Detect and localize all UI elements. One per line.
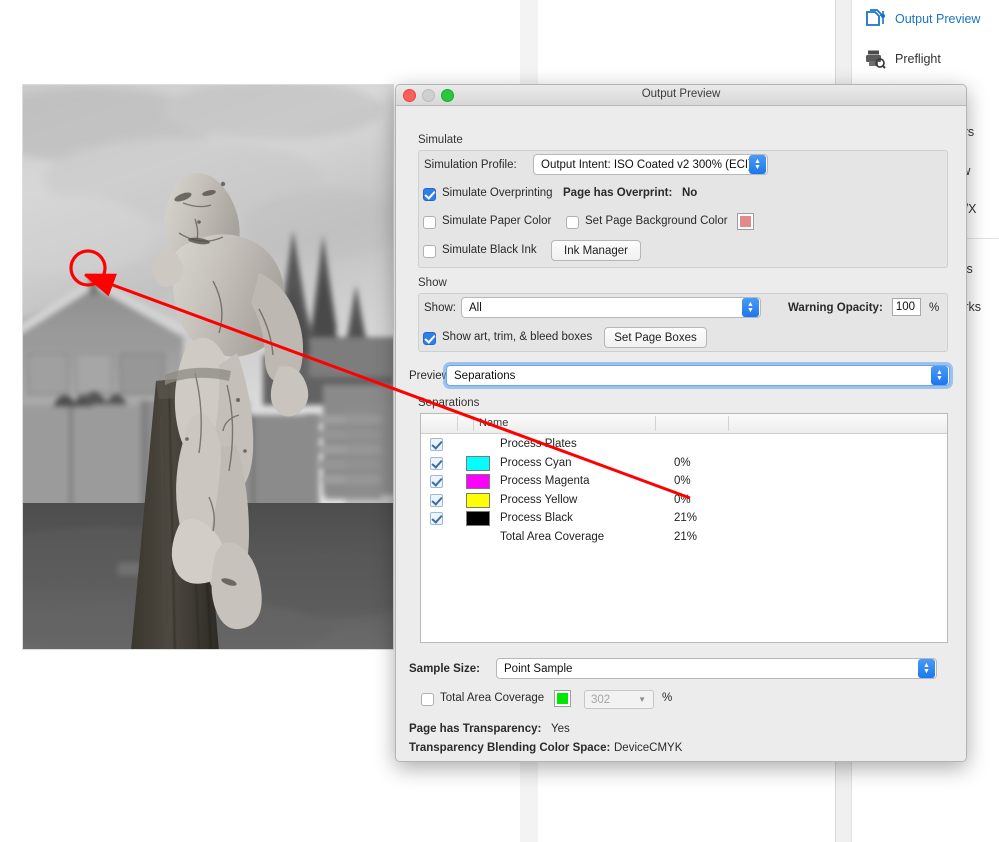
simulate-group-title: Simulate	[418, 134, 463, 146]
total-area-coverage-checkbox[interactable]	[421, 693, 434, 706]
chevron-updown-icon: ▲ ▼	[742, 298, 759, 317]
separations-list[interactable]: Name Process Plates Process Cyan 0% Process…	[420, 413, 948, 643]
separation-name: Process Black	[500, 512, 573, 524]
page-has-overprint-value: No	[682, 187, 698, 199]
separation-color-swatch	[466, 474, 490, 489]
ink-manager-button[interactable]: Ink Manager	[551, 240, 641, 261]
simulation-profile-dropdown[interactable]: Output Intent: ISO Coated v2 300% (ECI) …	[533, 154, 768, 175]
sample-size-value: Point Sample	[504, 662, 573, 675]
separations-name-header: Name	[479, 417, 509, 429]
sample-size-dropdown[interactable]: Point Sample ▲ ▼	[496, 658, 937, 679]
simulate-black-ink-label: Simulate Black Ink	[442, 244, 537, 256]
separation-visibility-checkbox[interactable]	[430, 512, 443, 525]
separation-visibility-checkbox[interactable]	[430, 456, 443, 470]
separation-value: 0%	[674, 493, 691, 506]
simulation-profile-value: Output Intent: ISO Coated v2 300% (ECI)	[541, 158, 749, 171]
separation-visibility-checkbox[interactable]	[430, 493, 443, 507]
separation-name: Process Plates	[500, 438, 577, 450]
dialog-titlebar[interactable]: Output Preview	[396, 85, 966, 106]
sidebar-item-output-preview[interactable]: Output Preview	[852, 0, 999, 38]
show-boxes-checkbox[interactable]	[423, 332, 436, 345]
total-area-coverage-stepper[interactable]: 302 ▼	[584, 690, 654, 709]
separation-name: Total Area Coverage	[500, 530, 605, 543]
blending-space-value: DeviceCMYK	[614, 742, 683, 754]
sidebar-item-label: Preflight	[895, 52, 941, 66]
separation-row[interactable]: Process Black 21%	[421, 510, 947, 528]
swatch-fill	[557, 693, 568, 704]
separations-header: Name	[421, 414, 947, 434]
separation-row[interactable]: Process Magenta 0%	[421, 473, 947, 491]
preview-dropdown[interactable]: Separations ▲ ▼	[446, 365, 950, 386]
preview-value: Separations	[454, 369, 516, 382]
separation-color-swatch	[466, 492, 490, 508]
simulate-paper-color-checkbox[interactable]	[423, 216, 436, 229]
show-value: All	[469, 301, 482, 314]
total-area-coverage-label: Total Area Coverage	[440, 692, 545, 704]
set-page-boxes-button[interactable]: Set Page Boxes	[604, 327, 707, 348]
dialog-title: Output Preview	[641, 88, 721, 100]
warning-opacity-label: Warning Opacity:	[788, 302, 883, 314]
page-background-color-swatch[interactable]	[737, 213, 754, 230]
separation-value: 21%	[674, 512, 698, 524]
total-area-coverage-value: 302	[591, 693, 611, 706]
output-preview-icon	[864, 8, 886, 30]
separation-row[interactable]: Process Plates	[421, 436, 947, 454]
separation-row[interactable]: Process Cyan 0%	[421, 455, 947, 473]
separation-value: 0%	[674, 475, 691, 487]
chevron-updown-icon: ▲ ▼	[918, 659, 935, 678]
preflight-printer-icon	[864, 48, 886, 70]
separation-row[interactable]: Process Yellow 0%	[421, 492, 947, 510]
simulate-overprinting-checkbox[interactable]	[423, 188, 436, 201]
show-label: Show:	[424, 302, 456, 314]
simulate-paper-color-label: Simulate Paper Color	[442, 215, 552, 227]
separation-visibility-checkbox[interactable]	[430, 475, 443, 488]
warning-opacity-percent: %	[929, 302, 940, 314]
page-has-transparency-label: Page has Transparency:	[409, 723, 542, 735]
show-group-title: Show	[418, 277, 447, 289]
sidebar-item-preflight[interactable]: Preflight	[852, 40, 999, 78]
separation-name: Process Cyan	[500, 456, 572, 469]
simulate-black-ink-checkbox[interactable]	[423, 245, 436, 258]
separation-value: 21%	[674, 530, 698, 543]
set-page-background-color-checkbox[interactable]	[566, 216, 579, 229]
sample-size-label: Sample Size:	[409, 663, 480, 675]
simulate-overprinting-label: Simulate Overprinting	[442, 187, 553, 199]
page-has-overprint-label: Page has Overprint:	[563, 187, 673, 199]
blending-space-label: Transparency Blending Color Space:	[409, 742, 611, 754]
separation-color-swatch	[466, 455, 490, 471]
separation-name: Process Magenta	[500, 475, 590, 487]
separation-name: Process Yellow	[500, 493, 578, 506]
sidebar-item-label: Output Preview	[895, 12, 981, 26]
photo-preview-image	[22, 84, 394, 650]
simulation-profile-label: Simulation Profile:	[424, 159, 517, 171]
chevron-down-icon: ▼	[638, 695, 646, 704]
set-page-background-color-label: Set Page Background Color	[585, 215, 728, 227]
separation-color-swatch	[466, 511, 490, 526]
swatch-fill	[740, 216, 751, 227]
chevron-updown-icon: ▲ ▼	[749, 155, 766, 174]
total-area-coverage-percent: %	[662, 692, 673, 704]
total-area-coverage-swatch[interactable]	[554, 690, 571, 707]
separations-group-title: Separations	[418, 397, 480, 409]
dialog-body: Simulate Simulation Profile: Output Inte…	[396, 106, 966, 761]
chevron-updown-icon: ▲ ▼	[931, 366, 948, 385]
show-dropdown[interactable]: All ▲ ▼	[461, 297, 761, 318]
page-has-transparency-value: Yes	[551, 723, 570, 735]
show-boxes-label: Show art, trim, & bleed boxes	[442, 331, 593, 343]
separation-row[interactable]: Total Area Coverage 21%	[421, 529, 947, 547]
warning-opacity-input[interactable]: 100	[892, 298, 921, 316]
separation-visibility-checkbox[interactable]	[430, 438, 443, 451]
output-preview-dialog[interactable]: Output Preview Simulate Simulation Profi…	[395, 84, 967, 762]
separation-value: 0%	[674, 456, 691, 469]
